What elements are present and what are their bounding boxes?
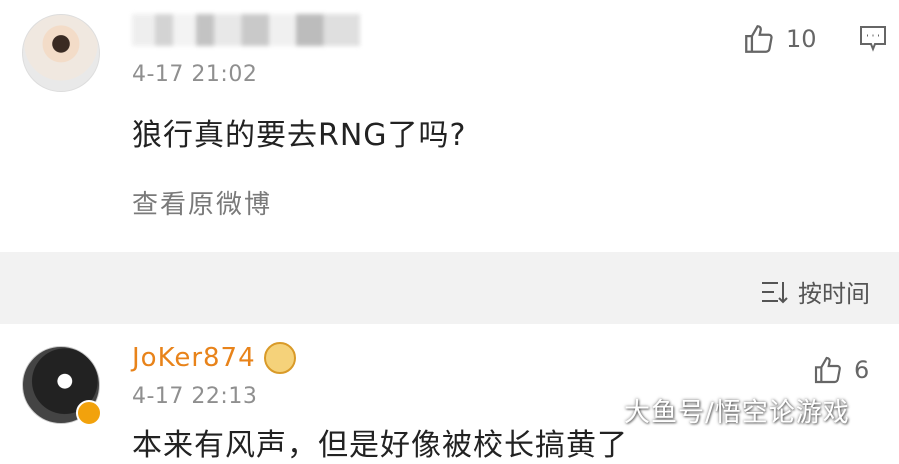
watermark: 大鱼号/悟空论游戏 — [624, 398, 850, 428]
comment-time: 4-17 21:02 — [132, 62, 258, 87]
thumbs-up-icon — [814, 356, 841, 384]
comment-icon[interactable] — [858, 24, 888, 52]
sort-icon — [762, 281, 788, 303]
sort-by-time-button[interactable]: 按时间 — [760, 274, 870, 309]
like-count: 10 — [786, 25, 817, 53]
comment-time: 4-17 22:13 — [132, 384, 258, 409]
username-text: JoKer874 — [132, 343, 256, 373]
avatar[interactable] — [22, 14, 100, 92]
username-blurred — [132, 14, 360, 46]
thumbs-up-icon — [745, 25, 773, 53]
vip-badge-icon — [263, 342, 296, 374]
like-count: 6 — [854, 356, 870, 384]
view-original-link[interactable]: 查看原微博 — [132, 184, 272, 221]
like-button[interactable]: 6 — [812, 354, 869, 386]
like-button[interactable]: 10 — [742, 22, 817, 56]
comment-text: 狼行真的要去RNG了吗? — [132, 118, 467, 153]
comment-text: 本来有风声，但是好像被校长搞黄了 — [132, 428, 628, 463]
verified-badge-icon — [76, 400, 102, 426]
username[interactable]: JoKer874 — [132, 342, 296, 374]
sort-label: 按时间 — [798, 280, 870, 308]
